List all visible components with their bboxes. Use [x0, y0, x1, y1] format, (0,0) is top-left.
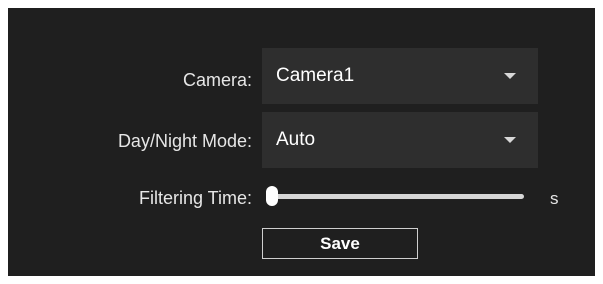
filtering-time-label: Filtering Time: — [138, 188, 252, 208]
camera-label: Camera: — [182, 70, 252, 90]
chevron-down-icon — [504, 137, 516, 143]
camera-select-value: Camera1 — [276, 65, 355, 86]
camera-settings-panel: Camera: Camera1 Day/Night Mode: Auto Fil… — [8, 8, 595, 276]
slider-thumb[interactable] — [266, 186, 278, 206]
day-night-mode-select[interactable]: Auto — [262, 112, 538, 168]
save-button[interactable]: Save — [262, 228, 418, 259]
filtering-time-slider[interactable] — [266, 186, 524, 206]
slider-track — [266, 194, 524, 199]
day-night-mode-label: Day/Night Mode: — [117, 131, 252, 151]
camera-select[interactable]: Camera1 — [262, 48, 538, 104]
day-night-mode-select-value: Auto — [276, 129, 316, 150]
filtering-time-unit: s — [550, 189, 559, 208]
chevron-down-icon — [504, 73, 516, 79]
